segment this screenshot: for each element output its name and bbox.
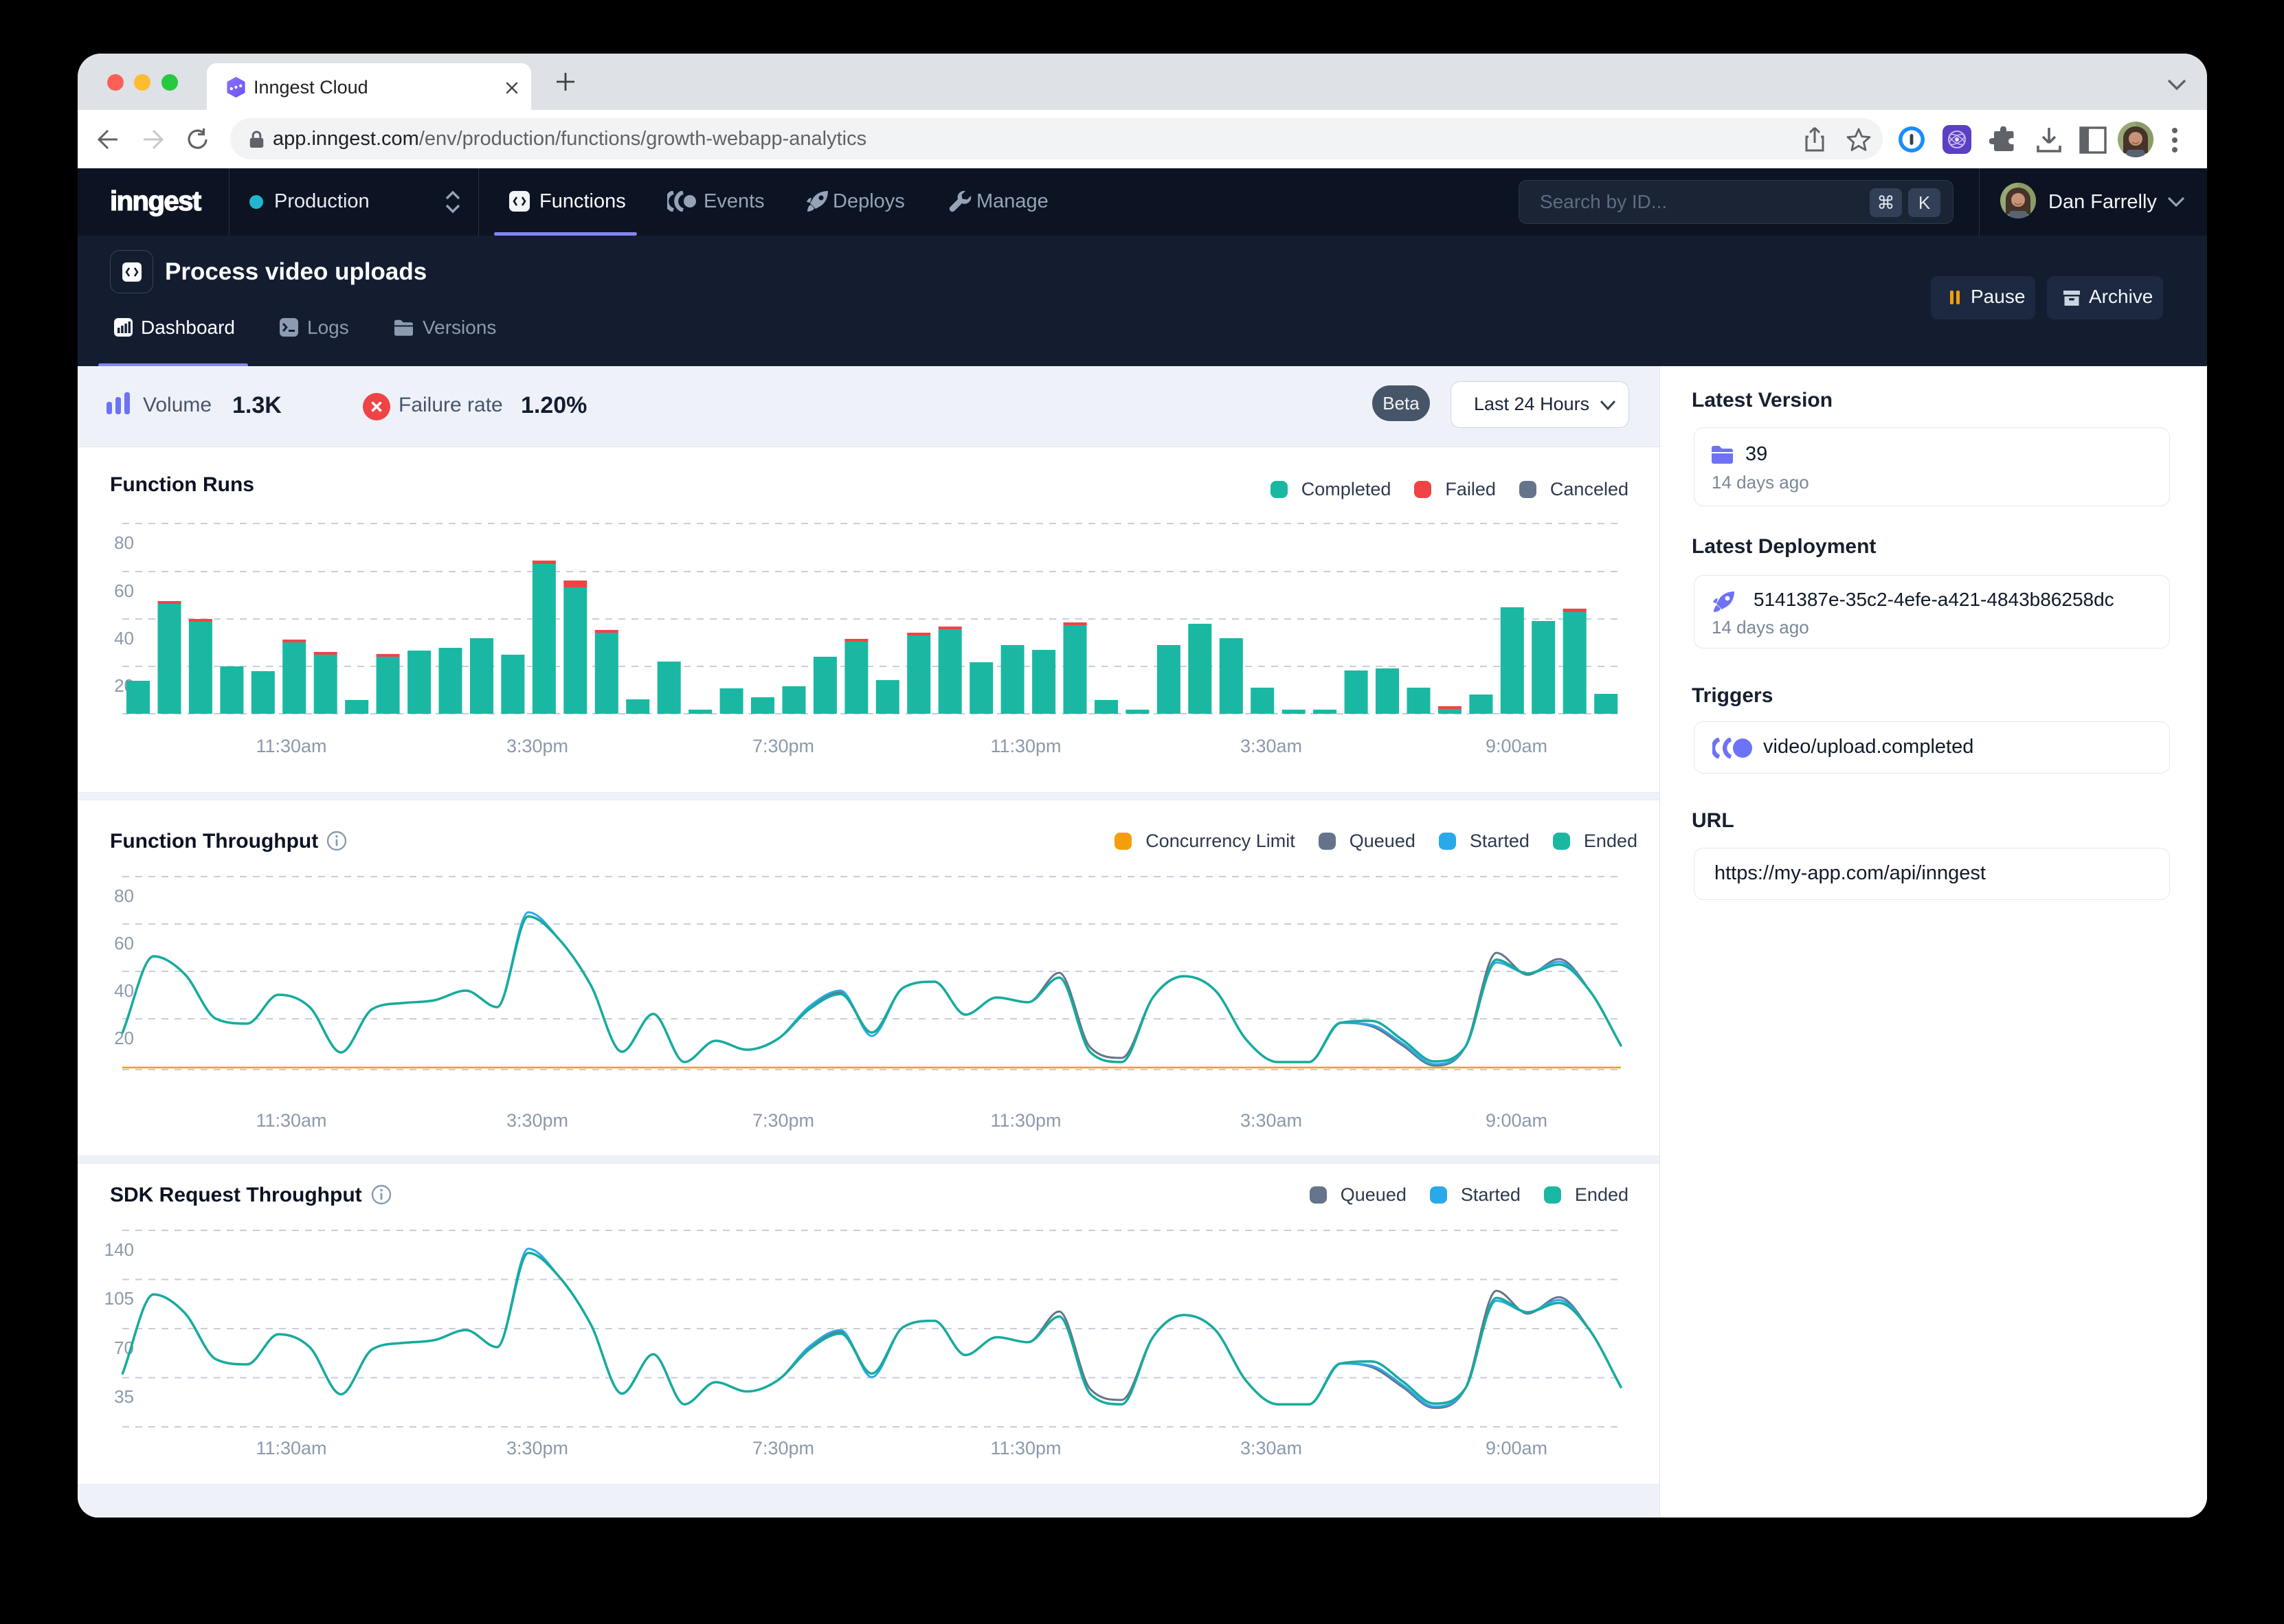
svg-text:11:30pm: 11:30pm: [990, 736, 1061, 756]
svg-text:35: 35: [114, 1386, 134, 1407]
svg-text:9:00am: 9:00am: [1486, 736, 1547, 756]
svg-text:11:30pm: 11:30pm: [990, 1438, 1061, 1458]
svg-text:3:30pm: 3:30pm: [506, 1110, 568, 1131]
svg-text:3:30am: 3:30am: [1240, 736, 1302, 756]
svg-text:3:30am: 3:30am: [1240, 1438, 1302, 1458]
svg-text:11:30pm: 11:30pm: [990, 1110, 1061, 1131]
svg-text:80: 80: [114, 886, 134, 906]
svg-text:11:30am: 11:30am: [256, 1438, 326, 1458]
svg-text:11:30am: 11:30am: [256, 736, 326, 756]
svg-text:40: 40: [114, 628, 134, 649]
svg-text:7:30pm: 7:30pm: [752, 1438, 814, 1458]
svg-text:3:30am: 3:30am: [1240, 1110, 1302, 1131]
svg-text:105: 105: [104, 1288, 134, 1309]
svg-text:9:00am: 9:00am: [1486, 1438, 1547, 1458]
svg-text:3:30pm: 3:30pm: [506, 736, 568, 756]
svg-text:80: 80: [114, 532, 134, 553]
svg-text:60: 60: [114, 933, 134, 954]
svg-text:7:30pm: 7:30pm: [752, 736, 814, 756]
svg-text:40: 40: [114, 980, 134, 1001]
svg-text:9:00am: 9:00am: [1486, 1110, 1547, 1131]
svg-text:11:30am: 11:30am: [256, 1110, 326, 1131]
svg-text:60: 60: [114, 580, 134, 601]
svg-text:3:30pm: 3:30pm: [506, 1438, 568, 1458]
svg-text:140: 140: [104, 1239, 134, 1260]
svg-text:7:30pm: 7:30pm: [752, 1110, 814, 1131]
